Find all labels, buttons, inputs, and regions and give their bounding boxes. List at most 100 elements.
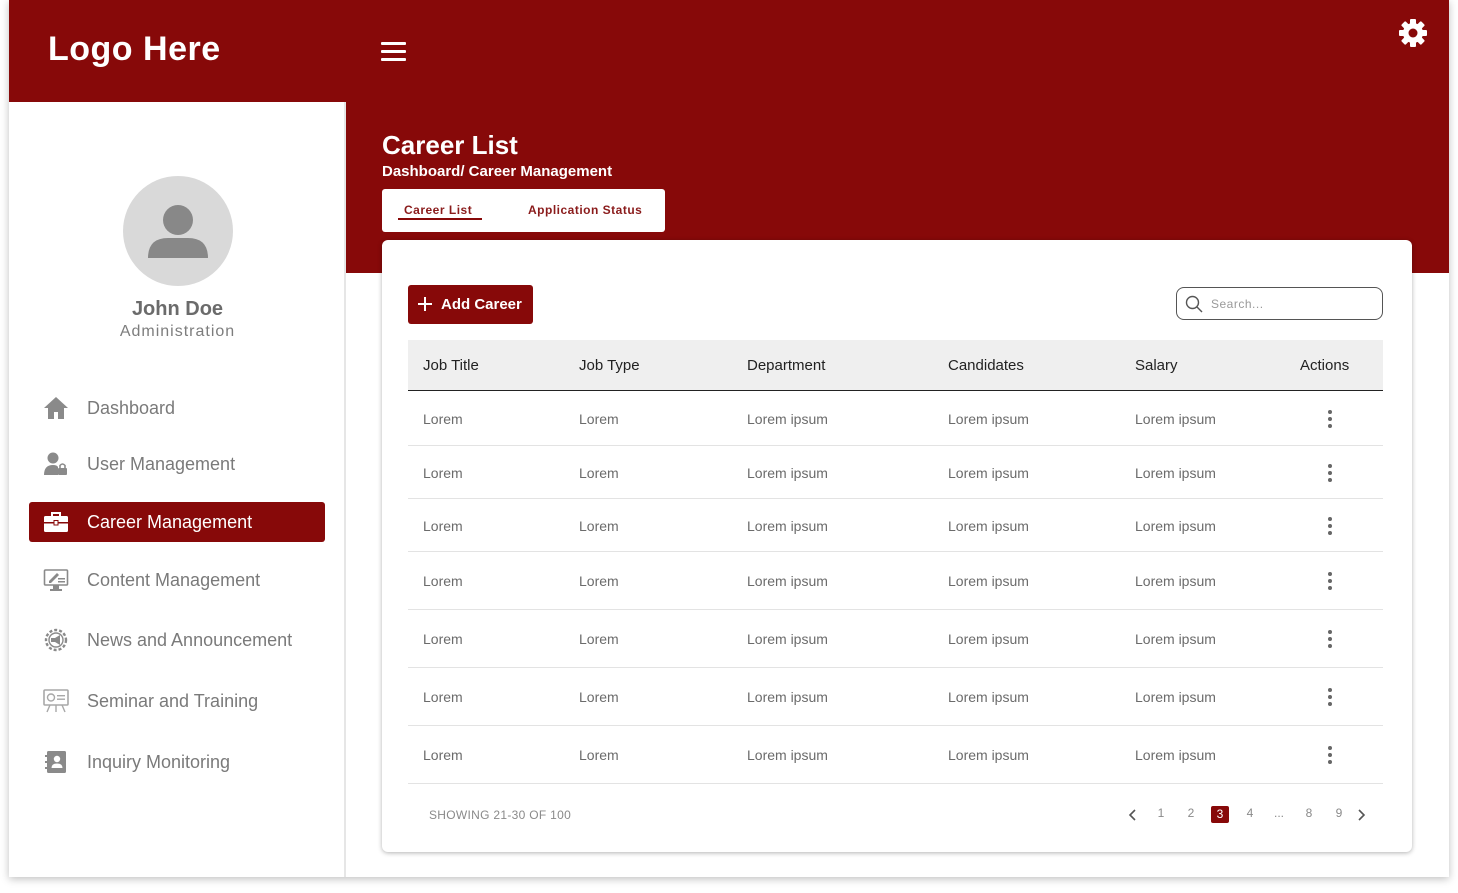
- table-cell: Lorem ipsum: [747, 411, 828, 427]
- table-cell: Lorem ipsum: [747, 631, 828, 647]
- add-career-label: Add Career: [441, 296, 522, 313]
- tab-application-status[interactable]: Application Status: [528, 203, 642, 217]
- logo[interactable]: Logo Here: [48, 30, 221, 69]
- table-cell: Lorem ipsum: [948, 411, 1029, 427]
- table-row[interactable]: Lorem Lorem Lorem ipsum Lorem ipsum Lorem ip…: [408, 726, 1383, 784]
- active-tab-indicator: [398, 218, 482, 220]
- sidebar-item-seminar-and-training[interactable]: Seminar and Training: [29, 681, 325, 721]
- avatar[interactable]: [123, 176, 233, 286]
- table-cell: Lorem ipsum: [1135, 411, 1216, 427]
- table-cell: Lorem ipsum: [948, 747, 1029, 763]
- sidebar-item-label: User Management: [87, 453, 236, 474]
- table-header: Job Title Job Type Department Candidates…: [408, 340, 1383, 391]
- sidebar-item-dashboard[interactable]: Dashboard: [29, 388, 325, 428]
- table-row[interactable]: Lorem Lorem Lorem ipsum Lorem ipsum Lorem ip…: [408, 552, 1383, 610]
- table-cell: Lorem ipsum: [948, 573, 1029, 589]
- table-cell: Lorem ipsum: [1135, 518, 1216, 534]
- sidebar-item-label: Seminar and Training: [87, 690, 259, 711]
- monitor-edit-icon: [42, 567, 70, 593]
- table-cell: Lorem: [579, 631, 619, 647]
- contact-book-icon: [42, 749, 70, 775]
- table-cell: Lorem ipsum: [948, 631, 1029, 647]
- chevron-right-icon[interactable]: [1355, 806, 1367, 824]
- briefcase-icon: [42, 509, 70, 535]
- sidebar-item-user-management[interactable]: User Management: [29, 444, 325, 484]
- top-bar: Logo Here: [9, 0, 1449, 102]
- gear-icon[interactable]: [1397, 17, 1429, 49]
- more-vertical-icon[interactable]: [1325, 463, 1335, 483]
- add-career-button[interactable]: Add Career: [408, 285, 533, 324]
- search-input[interactable]: [1211, 294, 1371, 314]
- table-cell: Lorem ipsum: [747, 573, 828, 589]
- table-row[interactable]: Lorem Lorem Lorem ipsum Lorem ipsum Lorem ip…: [408, 446, 1383, 499]
- column-header-actions: Actions: [1300, 357, 1350, 374]
- table-cell: Lorem: [423, 747, 463, 763]
- column-header-job-type[interactable]: Job Type: [579, 357, 640, 374]
- table-row[interactable]: Lorem Lorem Lorem ipsum Lorem ipsum Lorem ip…: [408, 610, 1383, 668]
- table-cell: Lorem: [423, 518, 463, 534]
- table-cell: Lorem ipsum: [1135, 465, 1216, 481]
- column-header-department[interactable]: Department: [747, 357, 825, 374]
- table-cell: Lorem ipsum: [948, 465, 1029, 481]
- sidebar-item-label: Inquiry Monitoring: [87, 751, 231, 772]
- column-header-job-title[interactable]: Job Title: [423, 357, 479, 374]
- sidebar-item-career-management[interactable]: Career Management: [29, 502, 325, 542]
- table-cell: Lorem: [579, 747, 619, 763]
- column-header-salary[interactable]: Salary: [1135, 357, 1178, 374]
- sidebar-item-label: Dashboard: [87, 397, 176, 418]
- table-cell: Lorem ipsum: [1135, 747, 1216, 763]
- more-vertical-icon[interactable]: [1325, 745, 1335, 765]
- more-vertical-icon[interactable]: [1325, 571, 1335, 591]
- presentation-board-icon: [42, 688, 70, 714]
- tab-bar: Career List Application Status: [382, 189, 665, 232]
- table-cell: Lorem ipsum: [948, 518, 1029, 534]
- sidebar-item-inquiry-monitoring[interactable]: Inquiry Monitoring: [29, 742, 325, 782]
- sidebar-item-content-management[interactable]: Content Management: [29, 560, 325, 600]
- sidebar-item-label: Career Management: [87, 511, 253, 532]
- table-cell: Lorem: [579, 411, 619, 427]
- table-row[interactable]: Lorem Lorem Lorem ipsum Lorem ipsum Lorem ip…: [408, 499, 1383, 552]
- gear-megaphone-icon: [42, 627, 70, 653]
- page-button[interactable]: 3: [1211, 806, 1229, 823]
- more-vertical-icon[interactable]: [1325, 687, 1335, 707]
- sidebar-item-label: Content Management: [87, 569, 261, 590]
- more-vertical-icon[interactable]: [1325, 516, 1335, 536]
- search-box[interactable]: [1176, 287, 1383, 320]
- table-cell: Lorem ipsum: [747, 747, 828, 763]
- page-button[interactable]: 8: [1300, 806, 1318, 820]
- page-button[interactable]: 1: [1152, 806, 1170, 820]
- table-row[interactable]: Lorem Lorem Lorem ipsum Lorem ipsum Lorem ip…: [408, 668, 1383, 726]
- plus-icon: [418, 295, 432, 313]
- app-window: Logo Here John Doe Administration Dashbo…: [9, 0, 1449, 877]
- table-cell: Lorem ipsum: [1135, 631, 1216, 647]
- breadcrumb[interactable]: Dashboard/ Career Management: [382, 163, 612, 180]
- page-button[interactable]: 4: [1241, 806, 1259, 820]
- user-lock-icon: [42, 451, 70, 477]
- more-vertical-icon[interactable]: [1325, 409, 1335, 429]
- more-vertical-icon[interactable]: [1325, 629, 1335, 649]
- table-cell: Lorem: [423, 689, 463, 705]
- home-icon: [42, 395, 70, 421]
- table-cell: Lorem: [579, 518, 619, 534]
- table-cell: Lorem ipsum: [747, 689, 828, 705]
- chevron-left-icon[interactable]: [1127, 806, 1139, 824]
- table-cell: Lorem: [423, 411, 463, 427]
- sidebar-item-news-and-announcement[interactable]: News and Announcement: [29, 620, 325, 660]
- table-cell: Lorem ipsum: [1135, 573, 1216, 589]
- table-row[interactable]: Lorem Lorem Lorem ipsum Lorem ipsum Lorem ip…: [408, 391, 1383, 446]
- page-button[interactable]: 9: [1330, 806, 1348, 820]
- table-cell: Lorem: [423, 573, 463, 589]
- table-cell: Lorem: [423, 631, 463, 647]
- page-title: Career List: [382, 130, 518, 160]
- sidebar-item-label: News and Announcement: [87, 629, 293, 650]
- page-button[interactable]: 2: [1182, 806, 1200, 820]
- tab-career-list[interactable]: Career List: [404, 203, 472, 217]
- table-cell: Lorem ipsum: [747, 518, 828, 534]
- column-header-candidates[interactable]: Candidates: [948, 357, 1024, 374]
- table-cell: Lorem ipsum: [948, 689, 1029, 705]
- showing-count: SHOWING 21-30 OF 100: [429, 808, 572, 822]
- career-list-card: Add Career Job Title Job Type Department…: [382, 240, 1412, 852]
- hamburger-icon[interactable]: [381, 40, 407, 64]
- user-icon: [148, 205, 208, 258]
- user-name: John Doe: [131, 298, 224, 320]
